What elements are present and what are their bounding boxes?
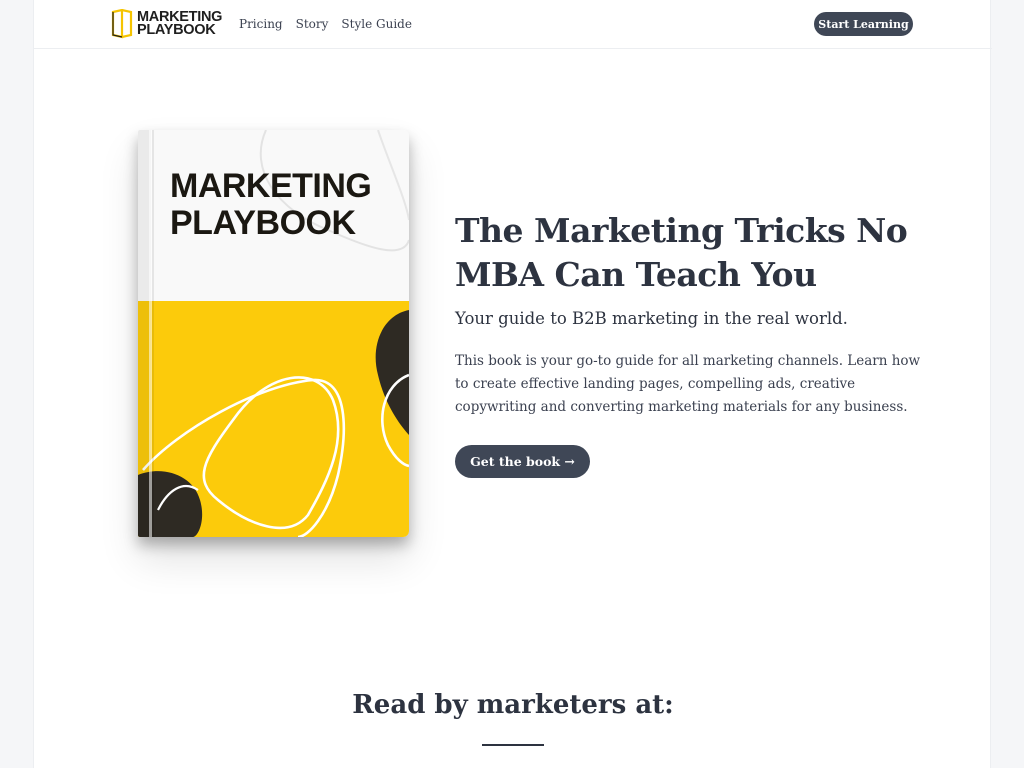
- get-the-book-button[interactable]: Get the book →: [455, 445, 590, 478]
- nav-story[interactable]: Story: [296, 17, 329, 31]
- page: MARKETING PLAYBOOK Pricing Story Style G…: [33, 0, 992, 768]
- site-header: MARKETING PLAYBOOK Pricing Story Style G…: [34, 0, 992, 49]
- book-title-line-2: PLAYBOOK: [170, 204, 356, 242]
- book-title-line-1: MARKETING: [170, 167, 372, 205]
- start-learning-button[interactable]: Start Learning: [814, 12, 913, 36]
- section-divider: [482, 744, 544, 746]
- hero-subtitle: Your guide to B2B marketing in the real …: [455, 309, 848, 328]
- logo-link[interactable]: MARKETING PLAYBOOK: [111, 9, 222, 39]
- book-cover: MARKETING PLAYBOOK: [138, 130, 409, 537]
- logo-text: MARKETING PLAYBOOK: [137, 10, 222, 38]
- book-title: MARKETING PLAYBOOK: [170, 167, 372, 242]
- logo-line-2: PLAYBOOK: [137, 22, 216, 38]
- read-by-heading: Read by marketers at:: [352, 690, 674, 720]
- hero-title: The Marketing Tricks No MBA Can Teach Yo…: [455, 211, 908, 294]
- hero-description: This book is your go-to guide for all ma…: [455, 353, 921, 415]
- book-logo-icon: [111, 9, 133, 39]
- nav-pricing[interactable]: Pricing: [239, 17, 283, 31]
- main-nav: Pricing Story Style Guide: [239, 17, 412, 31]
- nav-style-guide[interactable]: Style Guide: [341, 17, 412, 31]
